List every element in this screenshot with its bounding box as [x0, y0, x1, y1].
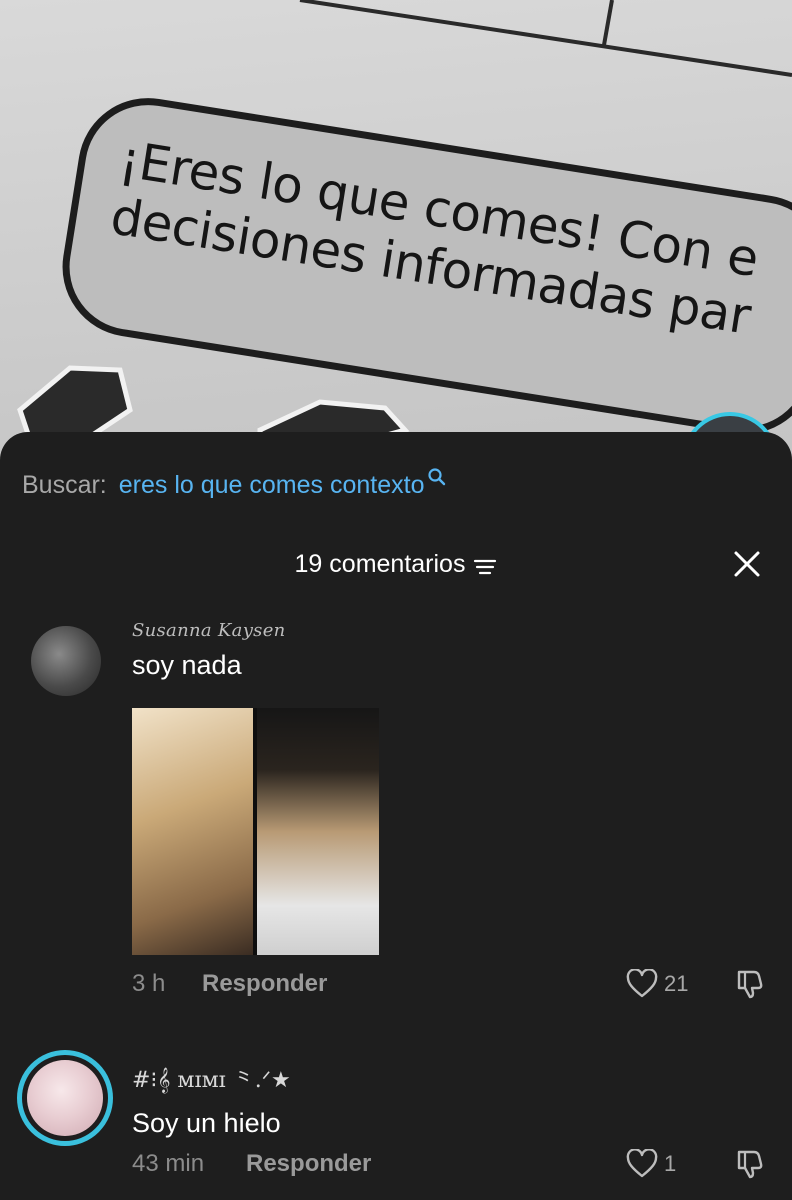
heart-icon [626, 1149, 658, 1179]
photo-right [257, 708, 379, 955]
like-button[interactable]: 21 [626, 969, 704, 999]
comment-username[interactable]: Susanna Kaysen [132, 620, 286, 641]
comment-item: Susanna Kaysen soy nada 3 h Responder 21 [0, 620, 792, 1010]
comment-item: #⁝𝄞 ᴍɪᴍɪ ⺀.ᐟ★ Soy un hielo 43 min Respon… [0, 1050, 792, 1200]
heart-icon [626, 969, 658, 999]
comment-count: 19 comentarios [294, 549, 466, 578]
comment-text: Soy un hielo [132, 1108, 281, 1138]
comment-username[interactable]: #⁝𝄞 ᴍɪᴍɪ ⺀.ᐟ★ [132, 1062, 291, 1094]
video-background[interactable]: ¡Eres lo que comes! Con e decisiones inf… [0, 0, 792, 470]
dislike-button[interactable] [734, 968, 766, 1000]
comment-image[interactable] [132, 708, 379, 955]
search-icon [427, 467, 447, 487]
avatar-image [27, 1060, 103, 1136]
avatar[interactable] [17, 1050, 113, 1146]
like-button[interactable]: 1 [626, 1149, 704, 1179]
dislike-icon [734, 1148, 766, 1180]
search-query-link[interactable]: eres lo que comes contexto [119, 471, 425, 500]
comment-time: 3 h [132, 970, 166, 997]
reply-button[interactable]: Responder [202, 970, 327, 998]
dislike-button[interactable] [734, 1148, 766, 1180]
like-count: 21 [664, 971, 689, 996]
photo-left [132, 708, 253, 955]
search-suggestion[interactable]: Buscar: eres lo que comes contexto [22, 468, 447, 502]
close-button[interactable] [732, 542, 762, 586]
sort-icon[interactable] [473, 557, 497, 577]
like-count: 1 [664, 1151, 677, 1176]
comment-time: 43 min [132, 1150, 205, 1177]
comment-meta: 43 min Responder 1 [132, 1146, 766, 1182]
search-label: Buscar: [22, 470, 107, 499]
close-icon [733, 550, 761, 578]
comment-meta: 3 h Responder 21 [132, 966, 766, 1002]
reply-button[interactable]: Responder [246, 1150, 371, 1178]
dislike-icon [734, 968, 766, 1000]
avatar[interactable] [31, 626, 101, 696]
comments-header: 19 comentarios [0, 542, 792, 586]
comments-sheet: Buscar: eres lo que comes contexto 19 co… [0, 432, 792, 1200]
comment-text: soy nada [132, 650, 242, 680]
